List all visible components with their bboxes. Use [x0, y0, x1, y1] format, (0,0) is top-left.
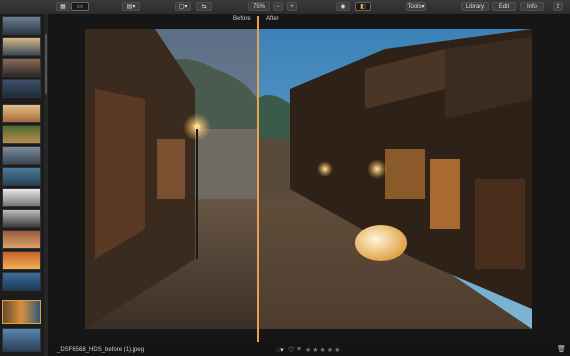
- thumbnail[interactable]: [2, 146, 41, 165]
- star-rating[interactable]: ★★★★★: [305, 346, 341, 354]
- split-view-icon: ◧: [360, 4, 366, 10]
- crop-icon: ▢▾: [178, 4, 188, 10]
- shop-light: [367, 159, 387, 179]
- reject-icon[interactable]: ×: [297, 346, 301, 353]
- thumbnail[interactable]: [2, 58, 41, 77]
- edit-label: Edit: [498, 4, 510, 10]
- info-button[interactable]: Info: [520, 2, 544, 11]
- zoom-value: 75%: [252, 4, 265, 10]
- single-view-icon: ▭: [77, 4, 83, 10]
- thumbnail[interactable]: [2, 37, 41, 56]
- file-name: _DSF6568_HDS_before (1).jpeg: [57, 347, 145, 353]
- left-facade: [95, 89, 145, 259]
- compare-button[interactable]: ⇆: [196, 2, 212, 11]
- eye-icon: ◉: [340, 4, 346, 10]
- preview-button[interactable]: ◉: [336, 2, 350, 11]
- thumbnail[interactable]: [2, 251, 41, 270]
- view-dropdown-button[interactable]: ▤▾: [122, 2, 140, 11]
- shop-light: [317, 161, 333, 177]
- dropdown-icon: ▤▾: [126, 4, 136, 10]
- top-toolbar: ▦ ▭ ▤▾ ▢▾ ⇆ 75% − + ◉ ◧ Tools▾ Library E…: [0, 0, 570, 15]
- zoom-out-label: −: [276, 4, 280, 10]
- scrollbar-thumb[interactable]: [45, 34, 47, 94]
- circle-flag-icon[interactable]: ◌▾: [276, 346, 284, 354]
- library-label: Library: [465, 4, 485, 10]
- after-label: After: [266, 16, 279, 22]
- thumbnail[interactable]: [2, 16, 41, 35]
- share-button[interactable]: ⇪: [553, 2, 563, 11]
- before-label: Before: [233, 16, 251, 22]
- thumbnail[interactable]: [2, 79, 41, 98]
- status-bar: _DSF6568_HDS_before (1).jpeg ◌▾ ♡ × ★★★★…: [48, 342, 570, 356]
- thumbnail[interactable]: [2, 104, 41, 123]
- thumbnail[interactable]: [2, 230, 41, 249]
- zoom-in-label: +: [290, 4, 294, 10]
- thumbnail[interactable]: [2, 125, 41, 144]
- filmstrip: [0, 14, 44, 356]
- trash-icon[interactable]: 🗑: [557, 345, 566, 353]
- lamp-post: [196, 129, 198, 259]
- tools-label: Tools: [407, 4, 422, 10]
- thumbnail[interactable]: [2, 328, 41, 352]
- zoom-out-button[interactable]: −: [273, 2, 283, 11]
- right-storefront: [475, 179, 525, 269]
- zoom-in-button[interactable]: +: [287, 2, 297, 11]
- umbrella: [355, 225, 407, 261]
- info-label: Info: [526, 4, 537, 10]
- split-view-button[interactable]: ◧: [355, 2, 371, 11]
- center-houses: [195, 129, 257, 199]
- edit-button[interactable]: Edit: [492, 2, 516, 11]
- thumbnail-selected[interactable]: [2, 300, 41, 324]
- shop-front: [157, 139, 185, 199]
- thumbnail[interactable]: [2, 167, 41, 186]
- zoom-level[interactable]: 75%: [248, 2, 270, 11]
- thumbnail[interactable]: [2, 188, 41, 207]
- compare-icon: ⇆: [201, 4, 207, 10]
- thumbnail[interactable]: [2, 272, 41, 291]
- lit-window: [430, 159, 460, 229]
- single-view-button[interactable]: ▭: [71, 2, 89, 11]
- grid-view-button[interactable]: ▦: [56, 2, 70, 11]
- grid-view-icon: ▦: [60, 4, 66, 10]
- thumbnail[interactable]: [2, 209, 41, 228]
- crop-button[interactable]: ▢▾: [175, 2, 191, 11]
- photo-preview: [85, 29, 532, 329]
- library-button[interactable]: Library: [461, 2, 489, 11]
- tools-button[interactable]: Tools▾: [406, 2, 426, 11]
- share-icon: ⇪: [555, 4, 561, 10]
- lit-shop: [385, 149, 425, 199]
- compare-split-handle[interactable]: [257, 16, 259, 344]
- heart-icon[interactable]: ♡: [288, 346, 294, 354]
